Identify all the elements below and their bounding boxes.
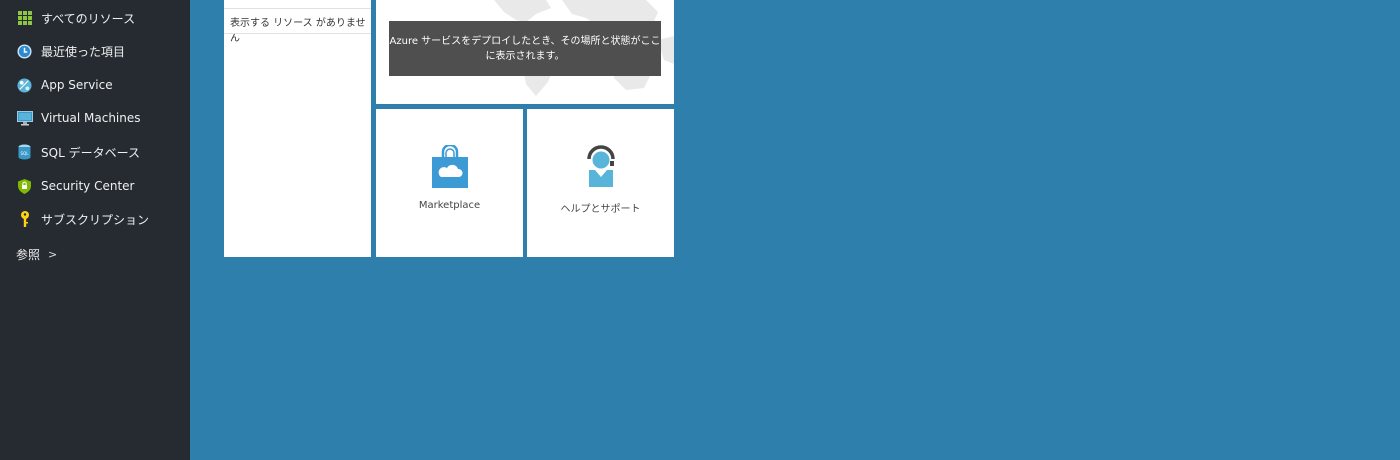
monitor-icon — [16, 110, 33, 127]
clock-icon — [16, 43, 33, 60]
sidebar-item-label: SQL データベース — [41, 145, 140, 160]
sidebar-item-subscriptions[interactable]: サブスクリプション — [0, 204, 190, 234]
sidebar-item-label: App Service — [41, 78, 113, 92]
marketplace-tile[interactable]: Marketplace — [376, 109, 523, 257]
sidebar-item-app-service[interactable]: App Service — [0, 70, 190, 100]
help-support-tile[interactable]: ヘルプとサポート — [527, 109, 674, 257]
sidebar-item-label: サブスクリプション — [41, 212, 150, 227]
sql-database-icon: SQL — [16, 144, 33, 161]
sidebar-item-recent[interactable]: 最近使った項目 — [0, 36, 190, 66]
divider — [224, 8, 371, 9]
shopping-bag-icon — [432, 145, 468, 188]
key-icon — [16, 211, 33, 228]
shield-icon — [16, 178, 33, 195]
chevron-right-icon: > — [48, 247, 58, 261]
marketplace-label: Marketplace — [418, 200, 481, 211]
map-deploy-message: Azure サービスをデプロイしたとき、その場所と状態がここに表示されます。 — [389, 21, 661, 76]
empty-resources-text: 表示する リソース がありません — [230, 18, 366, 44]
sidebar-item-all-resources[interactable]: すべてのリソース — [0, 3, 190, 33]
help-support-label: ヘルプとサポート — [560, 204, 641, 215]
app-service-icon — [16, 77, 33, 94]
sidebar-item-virtual-machines[interactable]: Virtual Machines — [0, 103, 190, 133]
support-agent-icon — [587, 145, 615, 187]
divider — [224, 33, 371, 34]
sidebar-browse[interactable]: 参照 > — [0, 239, 190, 269]
sidebar-item-sql-databases[interactable]: SQL SQL データベース — [0, 137, 190, 167]
svg-text:SQL: SQL — [21, 151, 30, 156]
sidebar: すべてのリソース 最近使った項目 App Service Virtual Mac… — [0, 0, 190, 460]
sidebar-item-label: すべてのリソース — [41, 11, 136, 26]
grid-icon — [16, 10, 33, 27]
sidebar-item-label: Virtual Machines — [41, 111, 141, 125]
all-resources-tile[interactable]: 表示する リソース がありません — [224, 0, 371, 257]
sidebar-item-label: 最近使った項目 — [41, 44, 126, 59]
service-health-map-tile[interactable]: Azure サービスをデプロイしたとき、その場所と状態がここに表示されます。 — [376, 0, 674, 104]
browse-label: 参照 — [16, 247, 41, 262]
sidebar-item-security-center[interactable]: Security Center — [0, 171, 190, 201]
sidebar-item-label: Security Center — [41, 179, 135, 193]
